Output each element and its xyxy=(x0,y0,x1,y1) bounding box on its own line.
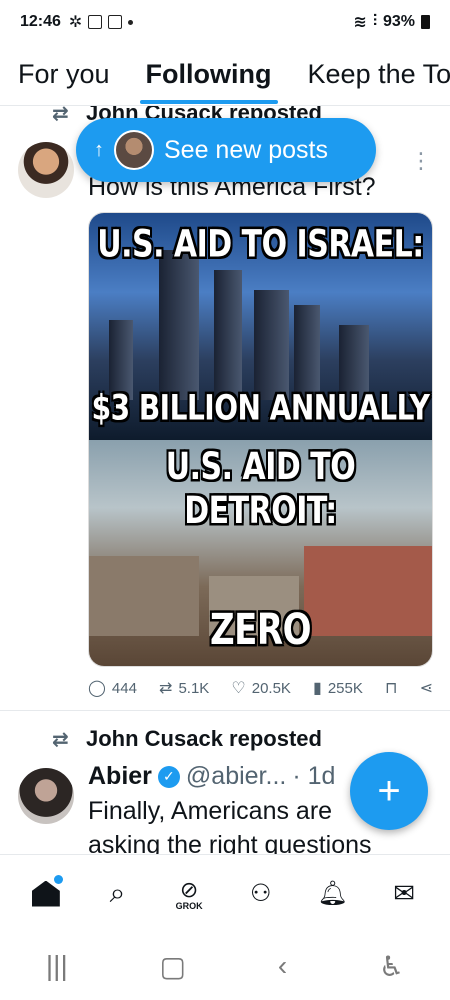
analytics-icon: ▮ xyxy=(313,680,322,697)
post-text-line-2: asking the right questions xyxy=(88,831,372,854)
heart-icon: ♡ xyxy=(231,680,246,697)
battery-icon xyxy=(421,15,430,29)
reply-button[interactable]: ◯ 444 xyxy=(88,678,137,698)
notification-icons: ✲ xyxy=(68,12,134,32)
nav-notifications[interactable]: 🔔︎ xyxy=(307,869,357,919)
timeline-tabs: For you Following Keep the To xyxy=(0,44,450,106)
gallery-icon xyxy=(88,15,103,29)
status-bar: 12:46 ✲ ≋ ⫶ 93% xyxy=(0,0,450,44)
like-button[interactable]: ♡ 20.5K xyxy=(231,678,291,698)
tab-following[interactable]: Following xyxy=(128,44,290,105)
bell-icon: 🔔︎ xyxy=(317,880,348,907)
tab-for-you[interactable]: For you xyxy=(0,44,128,105)
nav-communities[interactable]: ⚇ xyxy=(236,869,286,919)
accessibility-button[interactable]: ♿︎ xyxy=(379,950,404,983)
repost-count: 5.1K xyxy=(178,679,210,697)
recent-apps-button[interactable]: ||| xyxy=(46,950,68,982)
meme-top-panel: U.S. AID TO ISRAEL: $3 BILLION ANNUALLY xyxy=(89,213,432,440)
repost-icon: ⇄ xyxy=(52,106,69,125)
system-nav-bar: ||| ▢ ‹ ♿︎ xyxy=(0,932,450,1000)
nav-home[interactable] xyxy=(21,869,71,919)
avatar xyxy=(114,130,154,170)
like-count: 20.5K xyxy=(251,679,291,697)
author-name[interactable]: Abier xyxy=(88,762,152,791)
views-button[interactable]: ▮ 255K xyxy=(313,678,363,698)
post-actions: ◯ 444 ⇄ 5.1K ♡ 20.5K ▮ 255K ⊓ ⋖ xyxy=(88,678,433,698)
author-line: Abier ✓ @abier... · 1d xyxy=(88,762,335,791)
meme-bottom-panel: U.S. AID TO DETROIT: ZERO xyxy=(89,439,432,666)
bookmark-button[interactable]: ⊓ xyxy=(385,678,397,698)
battery-level: 93% xyxy=(382,13,415,30)
repost-icon: ⇄ xyxy=(159,680,173,697)
repost-icon: ⇄ xyxy=(52,728,69,751)
more-options-icon[interactable]: ⋮ xyxy=(410,148,432,174)
meme-top-amount: $3 BILLION ANNUALLY xyxy=(91,386,430,428)
wifi-icon: ≋ xyxy=(353,14,367,31)
author-handle[interactable]: @abier... xyxy=(186,762,286,791)
nav-grok[interactable]: ⊘ GROK xyxy=(164,869,214,919)
grok-icon: ⊘ xyxy=(179,876,199,902)
repost-indicator: ⇄ John Cusack reposted xyxy=(52,726,322,752)
reply-icon: ◯ xyxy=(88,680,106,697)
share-icon: ⋖ xyxy=(419,680,433,697)
reply-count: 444 xyxy=(111,679,137,697)
post-time: · 1d xyxy=(292,762,336,790)
search-icon: ⌕ xyxy=(109,877,126,908)
share-button[interactable]: ⋖ xyxy=(420,678,433,698)
post-text-line-1: Finally, Americans are xyxy=(88,797,333,825)
view-count: 255K xyxy=(327,679,363,697)
more-notifications-icon xyxy=(128,19,134,25)
envelope-icon: ✉ xyxy=(393,878,415,908)
avatar[interactable] xyxy=(18,142,74,198)
grok-label: GROK xyxy=(175,900,203,911)
avatar[interactable] xyxy=(18,768,74,824)
signal-icon: ⫶ xyxy=(372,13,377,30)
meme-bottom-amount: ZERO xyxy=(210,605,311,655)
system-status: ≋ ⫶ 93% xyxy=(354,12,430,32)
repost-label: John Cusack reposted xyxy=(86,726,322,751)
see-new-posts-button[interactable]: ↑ See new posts xyxy=(76,118,376,182)
verified-badge-icon: ✓ xyxy=(157,765,180,788)
home-button[interactable]: ▢ xyxy=(160,950,186,983)
arrow-up-icon: ↑ xyxy=(94,138,104,161)
nav-messages[interactable]: ✉ xyxy=(379,869,429,919)
home-icon xyxy=(31,880,60,907)
pinwheel-icon: ✲ xyxy=(68,14,83,31)
bottom-nav: ⌕ ⊘ GROK ⚇ 🔔︎ ✉ xyxy=(0,854,450,932)
plus-icon: + xyxy=(377,768,401,813)
bookmark-icon: ⊓ xyxy=(384,680,398,697)
meme-bottom-caption: U.S. AID TO DETROIT: xyxy=(165,444,356,533)
nav-search[interactable]: ⌕ xyxy=(92,869,142,919)
post-image[interactable]: U.S. AID TO ISRAEL: $3 BILLION ANNUALLY … xyxy=(88,212,433,667)
compose-button[interactable]: + xyxy=(350,752,428,830)
feed[interactable]: ⇄ John Cusack reposted ⋮ How is this Ame… xyxy=(0,106,450,854)
status-time: 12:46 xyxy=(20,13,61,30)
post-divider xyxy=(0,710,450,711)
repost-button[interactable]: ⇄ 5.1K xyxy=(159,678,209,698)
calendar-icon xyxy=(108,15,123,29)
unread-indicator xyxy=(53,874,63,884)
communities-icon: ⚇ xyxy=(250,880,272,907)
tab-keep-the[interactable]: Keep the To xyxy=(290,44,450,105)
meme-top-caption: U.S. AID TO ISRAEL: xyxy=(97,222,424,267)
see-new-posts-label: See new posts xyxy=(164,135,328,164)
back-button[interactable]: ‹ xyxy=(278,950,287,982)
